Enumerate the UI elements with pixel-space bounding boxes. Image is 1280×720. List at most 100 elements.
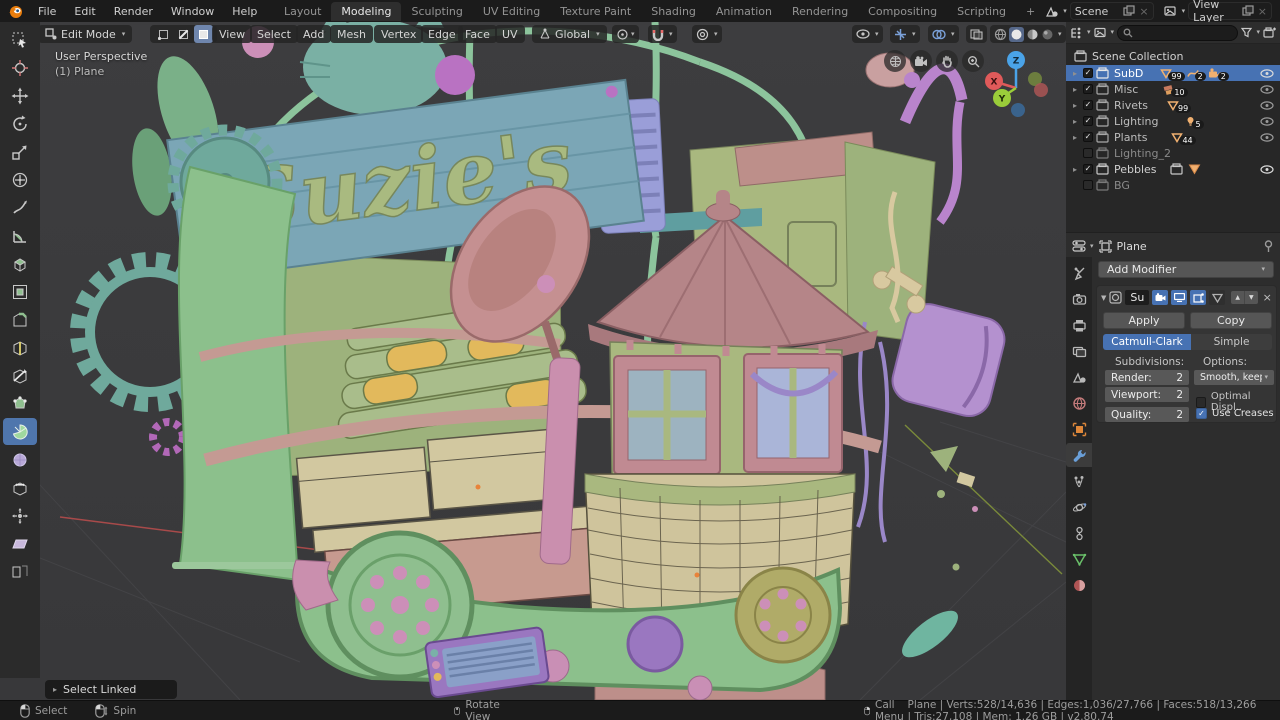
hide-viewport-eye-icon[interactable] bbox=[1260, 116, 1274, 126]
gizmos-dropdown[interactable]: ▾ bbox=[890, 25, 920, 43]
tab-scene[interactable] bbox=[1066, 365, 1092, 389]
menu-edge[interactable]: Edge bbox=[421, 25, 463, 43]
tool-loop-cut[interactable] bbox=[3, 334, 37, 361]
tool-extrude-region[interactable] bbox=[3, 250, 37, 277]
expand-arrow-icon[interactable]: ▸ bbox=[1070, 101, 1080, 110]
workspace-tab-compositing[interactable]: Compositing bbox=[858, 2, 947, 21]
hide-viewport-eye-icon[interactable] bbox=[1260, 100, 1274, 110]
modifier-name-field[interactable]: Su bbox=[1125, 290, 1150, 305]
overlays-dropdown[interactable]: ▾ bbox=[928, 25, 959, 43]
xray-toggle[interactable] bbox=[966, 25, 987, 43]
expand-arrow-icon[interactable]: ▸ bbox=[1070, 69, 1080, 78]
panel-collapse-arrow[interactable]: ▼ bbox=[1101, 294, 1106, 302]
tool-spin[interactable] bbox=[3, 418, 37, 445]
tab-object-data[interactable] bbox=[1066, 547, 1092, 571]
shading-rendered-button[interactable] bbox=[1041, 28, 1054, 41]
snap-toggle[interactable] bbox=[652, 28, 664, 41]
catmull-clark-button[interactable]: Catmull-Clark bbox=[1103, 334, 1191, 350]
apply-button[interactable]: Apply bbox=[1103, 312, 1185, 329]
new-collection-button[interactable] bbox=[1263, 26, 1276, 39]
close-icon[interactable]: × bbox=[1258, 5, 1267, 18]
tool-rotate[interactable] bbox=[3, 110, 37, 137]
delete-modifier-button[interactable]: × bbox=[1263, 291, 1272, 304]
expand-arrow-icon[interactable]: ▸ bbox=[1070, 117, 1080, 126]
menu-edit[interactable]: Edit bbox=[65, 5, 104, 18]
workspace-tab-uv-editing[interactable]: UV Editing bbox=[473, 2, 550, 21]
tab-modifiers[interactable] bbox=[1066, 443, 1092, 467]
viewport-subdivisions-field[interactable]: Viewport: 2 bbox=[1105, 387, 1189, 402]
workspace-tab-rendering[interactable]: Rendering bbox=[782, 2, 858, 21]
outliner-row-subd[interactable]: ▸ ✓ SubD 99 2 2 bbox=[1066, 65, 1280, 81]
menu-file[interactable]: File bbox=[29, 5, 65, 18]
workspace-tab-modeling[interactable]: Modeling bbox=[331, 1, 402, 21]
tab-tool[interactable] bbox=[1066, 261, 1092, 285]
collection-checkbox[interactable] bbox=[1083, 148, 1093, 158]
tab-world[interactable] bbox=[1066, 391, 1092, 415]
tool-transform[interactable] bbox=[3, 166, 37, 193]
shading-solid-button[interactable] bbox=[1009, 26, 1024, 42]
collection-checkbox[interactable] bbox=[1083, 180, 1093, 190]
visibility-dropdown[interactable]: ▾ bbox=[852, 25, 883, 43]
tool-shear[interactable] bbox=[3, 530, 37, 557]
quality-field[interactable]: Quality: 2 bbox=[1105, 407, 1189, 422]
pin-icon[interactable] bbox=[1263, 239, 1274, 253]
chevron-down-icon[interactable]: ▾ bbox=[714, 30, 718, 38]
orthographic-toggle-button[interactable] bbox=[884, 50, 906, 72]
outliner-row-lighting[interactable]: ▸ ✓ Lighting 5 bbox=[1066, 113, 1280, 129]
copy-button[interactable]: Copy bbox=[1190, 312, 1272, 329]
menu-uv[interactable]: UV bbox=[495, 25, 525, 43]
close-icon[interactable]: × bbox=[1139, 5, 1148, 18]
scene-collection-row[interactable]: Scene Collection bbox=[1066, 48, 1280, 64]
tool-shrink-fatten[interactable] bbox=[3, 502, 37, 529]
outliner-search-input[interactable] bbox=[1117, 24, 1239, 41]
use-creases-row[interactable]: ✓ Use Creases bbox=[1196, 408, 1274, 419]
navigation-gizmo[interactable]: Z X Y bbox=[978, 48, 1054, 132]
hide-viewport-eye-icon[interactable] bbox=[1260, 84, 1274, 94]
expand-arrow-icon[interactable]: ▸ bbox=[1070, 133, 1080, 142]
tool-knife[interactable] bbox=[3, 362, 37, 389]
menu-view[interactable]: View bbox=[212, 25, 253, 43]
proportional-edit-toggle[interactable] bbox=[696, 28, 709, 41]
view-layer-field[interactable]: View Layer × bbox=[1188, 0, 1272, 24]
view-layer-selector-icon[interactable]: ▾ bbox=[1164, 5, 1185, 18]
outliner-row-pebbles[interactable]: ▸ ✓ Pebbles bbox=[1066, 161, 1280, 177]
tool-edge-slide[interactable] bbox=[3, 474, 37, 501]
tool-rip-region[interactable] bbox=[3, 558, 37, 585]
menu-window[interactable]: Window bbox=[162, 5, 223, 18]
tool-smooth[interactable] bbox=[3, 446, 37, 473]
face-select-button[interactable] bbox=[194, 25, 213, 43]
vertex-select-button[interactable] bbox=[154, 25, 173, 43]
add-workspace-button[interactable]: + bbox=[1016, 2, 1045, 21]
shading-material-button[interactable] bbox=[1026, 28, 1039, 41]
outliner-filter-button[interactable]: ▾ bbox=[1241, 27, 1260, 38]
hide-viewport-eye-icon[interactable] bbox=[1260, 164, 1274, 174]
workspace-tab-scripting[interactable]: Scripting bbox=[947, 2, 1016, 21]
tool-cursor[interactable] bbox=[3, 54, 37, 81]
workspace-tab-shading[interactable]: Shading bbox=[641, 2, 706, 21]
workspace-tab-texture-paint[interactable]: Texture Paint bbox=[550, 2, 641, 21]
menu-add[interactable]: Add bbox=[296, 25, 332, 43]
menu-select[interactable]: Select bbox=[250, 25, 298, 43]
tab-material[interactable] bbox=[1066, 573, 1092, 597]
outliner-display-mode-button[interactable]: ▾ bbox=[1093, 27, 1114, 39]
expand-arrow-icon[interactable]: ▸ bbox=[1070, 85, 1080, 94]
menu-help[interactable]: Help bbox=[223, 5, 266, 18]
simple-button[interactable]: Simple bbox=[1191, 334, 1272, 350]
uv-smooth-dropdown[interactable]: Smooth, keep c.. ▾ bbox=[1194, 370, 1274, 385]
outliner-row-rivets[interactable]: ▸ ✓ Rivets 99 bbox=[1066, 97, 1280, 113]
shading-wireframe-button[interactable] bbox=[994, 28, 1007, 41]
collection-checkbox[interactable]: ✓ bbox=[1083, 164, 1093, 174]
outliner-row-plants[interactable]: ▸ ✓ Plants 44 bbox=[1066, 129, 1280, 145]
pan-view-button[interactable] bbox=[936, 50, 958, 72]
outliner-editor-type-button[interactable]: ▾ bbox=[1070, 27, 1091, 39]
use-creases-checkbox[interactable]: ✓ bbox=[1196, 408, 1207, 419]
modifier-oncage-toggle[interactable] bbox=[1209, 290, 1226, 305]
camera-view-button[interactable] bbox=[910, 50, 932, 72]
properties-editor-type-button[interactable]: ▾ bbox=[1072, 240, 1094, 252]
modifier-realtime-toggle[interactable] bbox=[1171, 290, 1188, 305]
workspace-tab-layout[interactable]: Layout bbox=[274, 2, 331, 21]
hide-viewport-eye-icon[interactable] bbox=[1260, 132, 1274, 142]
mode-dropdown[interactable]: Edit Mode ▾ bbox=[38, 25, 133, 43]
tool-bevel[interactable] bbox=[3, 306, 37, 333]
pivot-point-dropdown[interactable]: ▾ bbox=[612, 25, 639, 43]
